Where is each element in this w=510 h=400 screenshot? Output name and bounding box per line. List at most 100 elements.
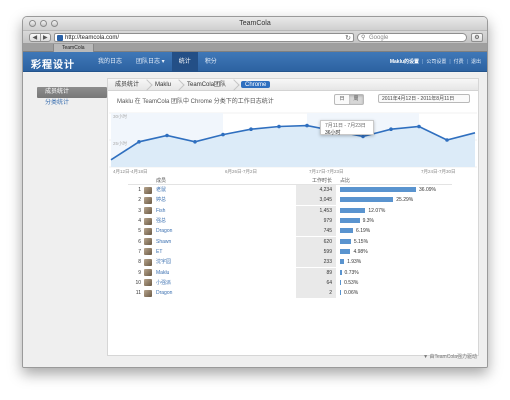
- percent-bar: 1.93%: [336, 257, 452, 267]
- table-body: 1 老鼠 4,234 36.09% 2 婷总 3,045 25.29% 3 Fish 1,453 12…: [128, 185, 452, 299]
- browser-window: TeamCola ◀ ▶ http://teamcola.com/ ↻ ⚲ Go…: [22, 16, 488, 368]
- percent-bar: 5.15%: [336, 237, 452, 247]
- breadcrumb: 成员统计 Maklu TeamCola团队 Chrome: [108, 79, 478, 91]
- member-name-link[interactable]: 老鼠: [156, 185, 296, 195]
- search-field[interactable]: ⚲ Google: [357, 33, 467, 42]
- member-name-link[interactable]: 强总: [156, 216, 296, 226]
- chart-point: [389, 127, 393, 131]
- row-percent: 5.15%: [353, 238, 369, 245]
- breadcrumb-item[interactable]: Maklu: [148, 79, 180, 90]
- row-hours: 233: [296, 257, 336, 268]
- app-logo[interactable]: 彩程设计: [31, 56, 75, 71]
- day-button[interactable]: 日: [335, 95, 349, 104]
- row-hours: 599: [296, 246, 336, 257]
- nav-stats[interactable]: 统计: [171, 52, 198, 72]
- chart-point: [417, 124, 421, 129]
- member-name-link[interactable]: Dragon: [156, 288, 296, 298]
- logout-link[interactable]: 退出: [471, 52, 481, 72]
- row-hours: 2: [296, 288, 336, 299]
- avatar: [144, 186, 152, 194]
- sidebar-item-member-stats[interactable]: 成员统计: [37, 87, 107, 98]
- nav-points[interactable]: 积分: [198, 52, 224, 72]
- separator: |: [466, 59, 468, 65]
- footer-credit: ▼ 由TeamCola强力驱动: [423, 354, 477, 360]
- sidebar-item-category-stats[interactable]: 分类统计: [37, 98, 107, 109]
- row-rank: 2: [138, 197, 141, 204]
- stats-panel: 成员统计 Maklu TeamCola团队 Chrome Maklu 在 Tea…: [107, 78, 479, 356]
- nav-my-log[interactable]: 我的日志: [91, 52, 129, 72]
- avatar: [144, 279, 152, 287]
- row-percent: 9.3%: [362, 218, 374, 225]
- row-hours: 4,234: [296, 185, 336, 196]
- browser-tab[interactable]: TeamCola: [53, 44, 94, 52]
- row-rank: 8: [138, 259, 141, 266]
- percent-bar-fill: [340, 248, 351, 254]
- x-tick-label: 7月17日-7月23日: [309, 169, 344, 175]
- week-button[interactable]: 周: [349, 95, 363, 104]
- member-name-link[interactable]: Shawn: [156, 237, 296, 247]
- member-name-link[interactable]: 婷总: [156, 195, 296, 205]
- gear-icon[interactable]: ⚙: [471, 33, 483, 42]
- separator: |: [422, 59, 424, 65]
- percent-bar: 9.3%: [336, 216, 452, 226]
- row-percent: 0.53%: [344, 279, 359, 286]
- chart-subtitle: Maklu 在 TeamCola 团队中 Chrome 分类下的工作日志统计: [117, 99, 274, 105]
- row-hours: 1,453: [296, 205, 336, 216]
- row-rank: 11: [135, 290, 141, 297]
- member-name-link[interactable]: Fish: [156, 206, 296, 216]
- member-name-link[interactable]: 小强派: [156, 278, 296, 288]
- row-hours: 620: [296, 236, 336, 247]
- header-percent: 占比: [340, 178, 351, 184]
- address-bar[interactable]: http://teamcola.com/ ↻: [54, 33, 354, 42]
- billing-link[interactable]: 付费: [454, 52, 464, 72]
- chart-point: [221, 132, 225, 137]
- row-rank: 4: [138, 218, 141, 225]
- chart-point: [165, 133, 169, 138]
- history-buttons: ◀ ▶: [29, 33, 51, 42]
- percent-bar-fill: [340, 228, 354, 234]
- table-row: 3 Fish 1,453 12.07%: [128, 205, 452, 216]
- member-name-link[interactable]: Dragon: [156, 226, 296, 236]
- row-rank: 10: [135, 279, 141, 286]
- hours-chart: 4月12日-4月18日 6月26日-7月2日 7月17日-7月23日 7月24日-7月…: [109, 112, 477, 175]
- company-settings-link[interactable]: 公司设置: [426, 52, 446, 72]
- percent-bar-fill: [340, 269, 342, 275]
- table-row: 5 Dragon 745 6.19%: [128, 226, 452, 237]
- back-icon[interactable]: ◀: [30, 34, 41, 41]
- nav-team-log[interactable]: 团队日志 ▾: [129, 52, 172, 72]
- avatar: [144, 227, 152, 235]
- page-body: 成员统计 分类统计 成员统计 Maklu TeamCola团队 Chrome M…: [23, 73, 487, 367]
- percent-bar-fill: [340, 259, 345, 265]
- row-percent: 25.29%: [396, 197, 414, 204]
- member-name-link[interactable]: Maklu: [156, 268, 296, 278]
- y-tick-label: 25小时: [113, 140, 128, 147]
- breadcrumb-item[interactable]: 成员统计: [108, 79, 148, 90]
- tooltip-hours: 36小时: [325, 130, 341, 136]
- favicon-icon: [57, 35, 63, 41]
- row-rank: 3: [138, 207, 141, 214]
- member-name-link[interactable]: ET: [156, 247, 296, 257]
- table-row: 8 沈宇园 233 1.93%: [128, 257, 452, 268]
- percent-bar: 0.06%: [336, 288, 452, 298]
- member-name-link[interactable]: 沈宇园: [156, 257, 296, 267]
- chart-controls: Maklu 在 TeamCola 团队中 Chrome 分类下的工作日志统计 日…: [108, 91, 478, 107]
- reload-icon[interactable]: ↻: [345, 34, 351, 42]
- forward-icon[interactable]: ▶: [41, 34, 51, 41]
- user-settings-link[interactable]: Maklu的设置: [390, 52, 419, 72]
- chart-point: [277, 124, 281, 129]
- percent-bar: 6.19%: [336, 226, 452, 236]
- app-header: 彩程设计 我的日志 团队日志 ▾ 统计 积分 Maklu的设置 | 公司设置 |…: [23, 52, 487, 72]
- breadcrumb-item[interactable]: TeamCola团队: [180, 79, 235, 90]
- header-member: 成员: [156, 178, 167, 184]
- row-percent: 0.06%: [344, 290, 359, 297]
- avatar: [144, 196, 152, 204]
- percent-bar-fill: [340, 207, 366, 213]
- avatar: [144, 269, 152, 277]
- header-hours: 工作时长: [311, 178, 332, 184]
- breadcrumb-current: Chrome: [241, 81, 271, 88]
- date-range-picker[interactable]: 2011年4月12日 - 2011年8月11日: [378, 94, 470, 103]
- x-tick-label: 4月12日-4月18日: [113, 169, 148, 175]
- row-percent: 0.73%: [344, 269, 359, 276]
- table-row: 10 小强派 64 0.53%: [128, 277, 452, 288]
- table-row: 9 Maklu 89 0.73%: [128, 267, 452, 278]
